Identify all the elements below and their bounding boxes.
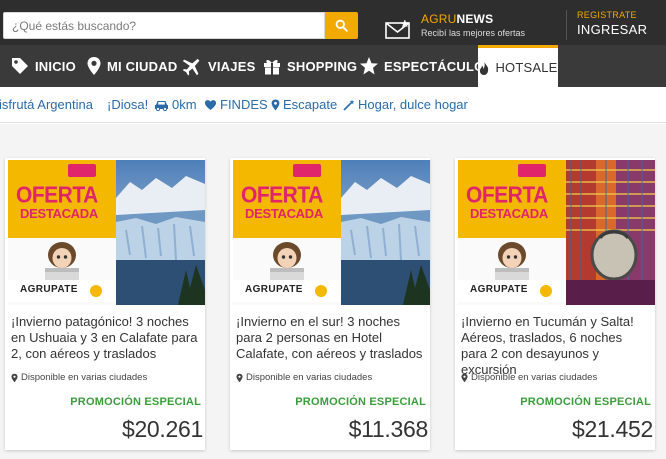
- brand-part-b: NEWS: [456, 12, 494, 26]
- pin-icon: [11, 373, 18, 382]
- subnav-item-label: ¡Diosa!: [107, 97, 149, 112]
- offer-promo-label: PROMOCIÓN ESPECIAL: [520, 396, 651, 408]
- pin-icon: [461, 373, 468, 382]
- subnav-item-disfruta-argentina[interactable]: isfrutá Argentina: [0, 97, 93, 112]
- wand-icon: [343, 99, 355, 111]
- banner-brand: AGRUPATE: [245, 284, 303, 295]
- offer-promo-label: PROMOCIÓN ESPECIAL: [295, 396, 426, 408]
- offer-card[interactable]: OFERTA DESTACADA AGRUPATE ¡Invierno pata…: [5, 158, 205, 450]
- offer-image: OFERTA DESTACADA AGRUPATE: [8, 160, 205, 305]
- offer-card[interactable]: OFERTA DESTACADA AGRUPATE ¡Invierno en e…: [230, 158, 430, 450]
- promo-banner: OFERTA DESTACADA AGRUPATE: [8, 160, 116, 305]
- nav-item-hotsale[interactable]: HOTSALE: [478, 45, 558, 87]
- offer-location-text: Disponible en varias ciudades: [471, 372, 598, 383]
- offer-location: Disponible en varias ciudades: [236, 372, 372, 383]
- nav-item-shopping[interactable]: SHOPPING: [262, 45, 357, 87]
- search-box: [3, 12, 325, 39]
- offer-location: Disponible en varias ciudades: [11, 372, 147, 383]
- register-link[interactable]: REGISTRATE: [577, 10, 647, 20]
- subnav-item-label: FINDES: [220, 97, 268, 112]
- search-button[interactable]: [325, 12, 358, 39]
- offer-title: ¡Invierno en Tucumán y Salta! Aéreos, tr…: [461, 314, 634, 377]
- car-icon: [155, 100, 168, 111]
- sub-nav: isfrutá Argentina ¡Diosa! 0km FINDES Esc…: [0, 87, 666, 123]
- banner-line2: DESTACADA: [470, 206, 548, 221]
- newsletter-signup[interactable]: AGRUNEWS Recibí las mejores ofertas: [385, 10, 545, 42]
- nav-item-mi-ciudad[interactable]: MI CIUDAD: [86, 45, 177, 87]
- nav-item-label: HOTSALE: [495, 60, 558, 75]
- promo-banner: OFERTA DESTACADA AGRUPATE: [233, 160, 341, 305]
- offer-price: $21.452: [571, 416, 653, 442]
- subnav-item-label: 0km: [172, 97, 197, 112]
- offer-card[interactable]: OFERTA DESTACADA AGRUPATE ¡Invierno en T…: [455, 158, 655, 450]
- subnav-item-label: isfrutá Argentina: [0, 97, 93, 112]
- newsletter-brand: AGRUNEWS: [421, 12, 493, 26]
- search-icon: [335, 19, 348, 32]
- gift-icon: [264, 59, 280, 75]
- glacier-photo: [116, 160, 205, 305]
- nav-item-espectaculos[interactable]: ESPECTÁCULOS: [359, 45, 493, 87]
- plane-icon: [182, 58, 200, 76]
- main-nav: INICIO MI CIUDAD VIAJES SHOPPING ESPECTÁ…: [0, 45, 666, 87]
- subnav-item-label: Escapate: [283, 97, 338, 112]
- top-bar: AGRUNEWS Recibí las mejores ofertas REGI…: [0, 0, 666, 45]
- search-input[interactable]: [4, 13, 324, 38]
- textiles-photo: [566, 160, 655, 305]
- brand-part-a: AGRU: [421, 12, 457, 26]
- subnav-item-hogar[interactable]: Hogar, dulce hogar: [343, 97, 468, 112]
- envelope-icon: [385, 20, 410, 39]
- subnav-item-escapate[interactable]: Escapate: [271, 97, 337, 112]
- account-links: REGISTRATE INGRESAR: [566, 10, 647, 40]
- promo-banner: OFERTA DESTACADA AGRUPATE: [458, 160, 566, 305]
- heart-icon: [204, 99, 217, 110]
- banner-brand: AGRUPATE: [470, 284, 528, 295]
- offer-image: OFERTA DESTACADA AGRUPATE: [233, 160, 430, 305]
- offer-image: OFERTA DESTACADA AGRUPATE: [458, 160, 655, 305]
- nav-item-viajes[interactable]: VIAJES: [181, 45, 255, 87]
- offer-price: $20.261: [121, 416, 203, 442]
- subnav-item-label: Hogar, dulce hogar: [358, 97, 468, 112]
- offer-title: ¡Invierno patagónico! 3 noches en Ushuai…: [11, 314, 198, 361]
- offers-area: OFERTA DESTACADA AGRUPATE ¡Invierno pata…: [0, 124, 666, 459]
- flame-icon: [480, 60, 489, 75]
- offer-location-text: Disponible en varias ciudades: [21, 372, 148, 383]
- nav-item-label: ESPECTÁCULOS: [384, 58, 494, 74]
- banner-line2: DESTACADA: [20, 206, 98, 221]
- offer-title: ¡Invierno en el sur! 3 noches para 2 per…: [236, 314, 423, 361]
- offer-promo-label: PROMOCIÓN ESPECIAL: [70, 396, 201, 408]
- subnav-item-0km[interactable]: 0km: [154, 97, 197, 112]
- pin-icon: [271, 99, 280, 110]
- glacier-photo: [341, 160, 430, 305]
- newsletter-subtitle: Recibí las mejores ofertas: [421, 28, 526, 38]
- nav-item-label: VIAJES: [208, 58, 256, 74]
- tag-icon: [12, 58, 28, 74]
- nav-item-inicio[interactable]: INICIO: [10, 45, 76, 87]
- offer-price: $11.368: [348, 416, 429, 442]
- nav-item-label: MI CIUDAD: [107, 58, 178, 74]
- pin-icon: [236, 373, 243, 382]
- banner-line2: DESTACADA: [245, 206, 323, 221]
- banner-brand: AGRUPATE: [20, 284, 78, 295]
- login-link[interactable]: INGRESAR: [577, 22, 647, 37]
- subnav-item-findes[interactable]: FINDES: [204, 97, 268, 112]
- nav-item-label: INICIO: [35, 58, 76, 74]
- offer-location-text: Disponible en varias ciudades: [246, 372, 373, 383]
- subnav-item-diosa[interactable]: ¡Diosa!: [107, 97, 148, 112]
- pin-icon: [87, 57, 101, 75]
- nav-item-label: SHOPPING: [287, 58, 358, 74]
- star-icon: [360, 57, 378, 75]
- offer-location: Disponible en varias ciudades: [461, 372, 597, 383]
